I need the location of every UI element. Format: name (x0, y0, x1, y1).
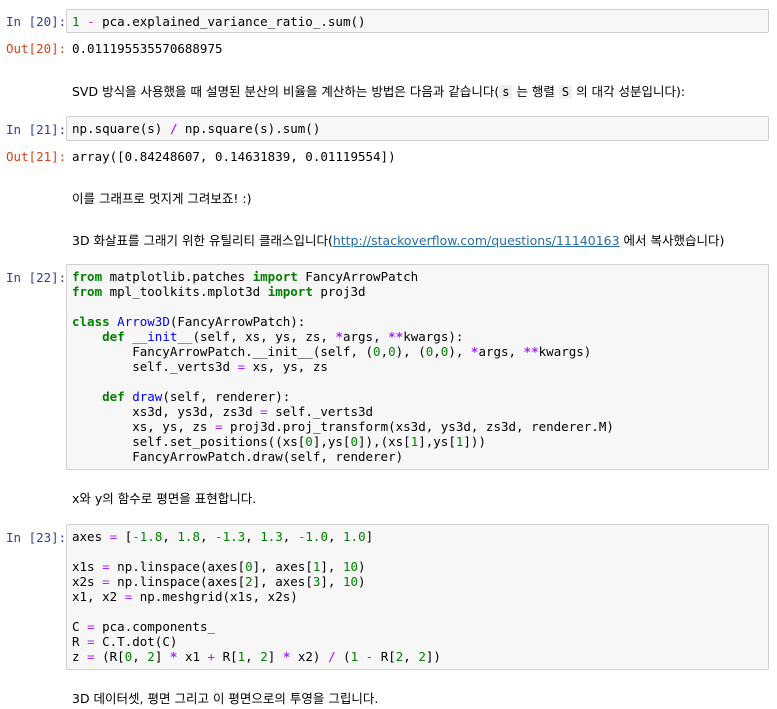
md-text-before: SVD 방식을 사용했을 때 설명된 분산의 비율을 계산하는 방법은 다음과 … (72, 84, 500, 99)
md3-text-after: 에서 복사했습니다) (619, 233, 725, 248)
markdown-plot-3d: 3D 데이터셋, 평면 그리고 이 평면으로의 투영을 그립니다. (72, 691, 379, 706)
markdown-arrow-util: 3D 화살표를 그래기 위한 유틸리티 클래스입니다(http://stacko… (72, 230, 724, 249)
code-input-21[interactable]: np.square(s) / np.square(s).sum() (66, 116, 769, 141)
in-prompt-21: In [21]: (6, 122, 67, 137)
in-prompt-23: In [23]: (6, 530, 67, 545)
markdown-graph-note: 이를 그래프로 멋지게 그려보죠! :) (72, 191, 252, 206)
out-prompt-20: Out[20]: (6, 41, 67, 56)
in-prompt-22: In [22]: (6, 270, 67, 285)
in-prompt-20: In [20]: (6, 14, 67, 29)
code-input-22[interactable]: from matplotlib.patches import FancyArro… (66, 264, 769, 470)
code-block-22[interactable]: from matplotlib.patches import FancyArro… (67, 265, 768, 468)
code-block-20[interactable]: 1 - pca.explained_variance_ratio_.sum() (67, 10, 768, 33)
code-block-21[interactable]: np.square(s) / np.square(s).sum() (67, 117, 768, 140)
md-code-s: s (499, 85, 513, 99)
output-20: 0.011195535570688975 (72, 41, 223, 56)
output-21: array([0.84248607, 0.14631839, 0.0111955… (72, 149, 396, 164)
stackoverflow-link[interactable]: http://stackoverflow.com/questions/11140… (333, 233, 620, 248)
markdown-plane-function: x와 y의 함수로 평면을 표현합니다. (72, 491, 257, 506)
md-code-S: S (558, 85, 573, 99)
code-input-23[interactable]: axes = [-1.8, 1.8, -1.3, 1.3, -1.0, 1.0]… (66, 524, 769, 670)
out-prompt-21: Out[21]: (6, 149, 67, 164)
code-block-23[interactable]: axes = [-1.8, 1.8, -1.3, 1.3, -1.0, 1.0]… (67, 525, 768, 668)
md-text-after: 의 대각 성분입니다): (572, 84, 686, 99)
markdown-svd-explanation: SVD 방식을 사용했을 때 설명된 분산의 비율을 계산하는 방법은 다음과 … (72, 81, 685, 100)
code-input-20[interactable]: 1 - pca.explained_variance_ratio_.sum() (66, 9, 769, 33)
md-text-mid: 는 행렬 (512, 84, 559, 99)
md3-text-before: 3D 화살표를 그래기 위한 유틸리티 클래스입니다( (72, 233, 333, 248)
